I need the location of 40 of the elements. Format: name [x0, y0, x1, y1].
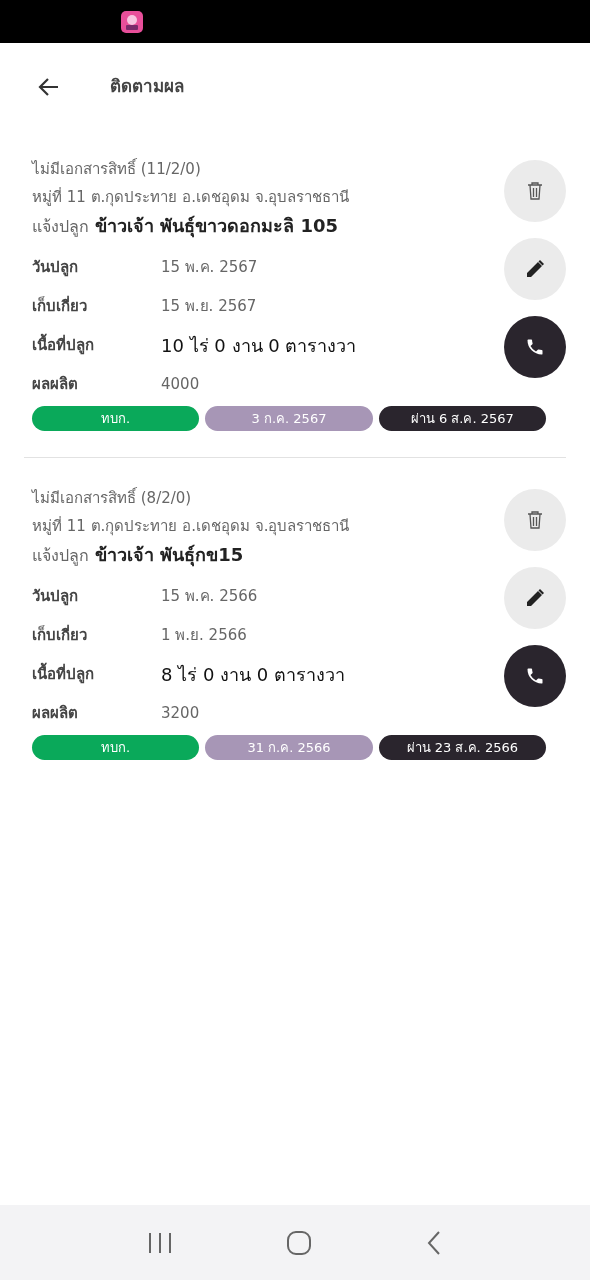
field-value: 8 ไร่ 0 งาน 0 ตารางวา — [161, 663, 345, 687]
plant-label: แจ้งปลูก — [32, 545, 89, 568]
field-value: 4000 — [161, 374, 200, 396]
field-label: วันปลูก — [32, 257, 79, 279]
plant-label: แจ้งปลูก — [32, 216, 89, 239]
field-value: 1 พ.ย. 2566 — [161, 625, 247, 647]
trash-icon — [527, 510, 543, 530]
field-value: 15 พ.ย. 2567 — [161, 296, 257, 318]
field-value: 15 พ.ค. 2566 — [161, 586, 258, 608]
plant-value: ข้าวเจ้า พันธุ์ขาวดอกมะลิ 105 — [95, 214, 339, 240]
field-label: เนื้อที่ปลูก — [32, 334, 161, 357]
field-label: เก็บเกี่ยว — [32, 295, 88, 318]
field-label: วันปลูก — [32, 586, 79, 608]
phone-icon — [525, 666, 545, 686]
address-text: หมู่ที่ 11 ต.กุดประทาย อ.เดชอุดม จ.อุบลราชธานี — [32, 515, 351, 538]
field-label: เก็บเกี่ยว — [32, 624, 88, 647]
status-tag: 3 ก.ค. 2567 — [205, 406, 373, 431]
field-value: 10 ไร่ 0 งาน 0 ตารางวา — [161, 334, 357, 358]
status-tag: 31 ก.ค. 2566 — [205, 735, 373, 760]
trash-icon — [527, 181, 543, 201]
page-title: ติดตามผล — [110, 75, 184, 99]
status-tag: ผ่าน 23 ส.ค. 2566 — [378, 735, 546, 760]
address-text: หมู่ที่ 11 ต.กุดประทาย อ.เดชอุดม จ.อุบลราชธานี — [32, 186, 351, 209]
pencil-icon — [525, 588, 545, 608]
field-value: 3200 — [161, 703, 200, 725]
status-tag: ผ่าน 6 ส.ค. 2567 — [378, 406, 546, 431]
land-title: ไม่มีเอกสารสิทธิ์ (11/2/0) — [32, 157, 202, 180]
home-icon[interactable] — [286, 1229, 312, 1256]
app-icon — [121, 10, 143, 33]
land-title: ไม่มีเอกสารสิทธิ์ (8/2/0) — [32, 486, 193, 509]
status-tag: ทบก. — [32, 735, 200, 760]
phone-icon — [525, 337, 545, 357]
field-value: 15 พ.ค. 2567 — [161, 257, 258, 279]
field-label: ผลผลิต — [32, 374, 79, 396]
field-label: ผลผลิต — [32, 703, 79, 725]
status-tag: ทบก. — [32, 406, 200, 431]
recent-apps-icon[interactable] — [146, 1230, 173, 1255]
field-label: เนื้อที่ปลูก — [32, 663, 161, 686]
pencil-icon — [525, 259, 545, 279]
plant-value: ข้าวเจ้า พันธุ์กข15 — [95, 543, 244, 569]
